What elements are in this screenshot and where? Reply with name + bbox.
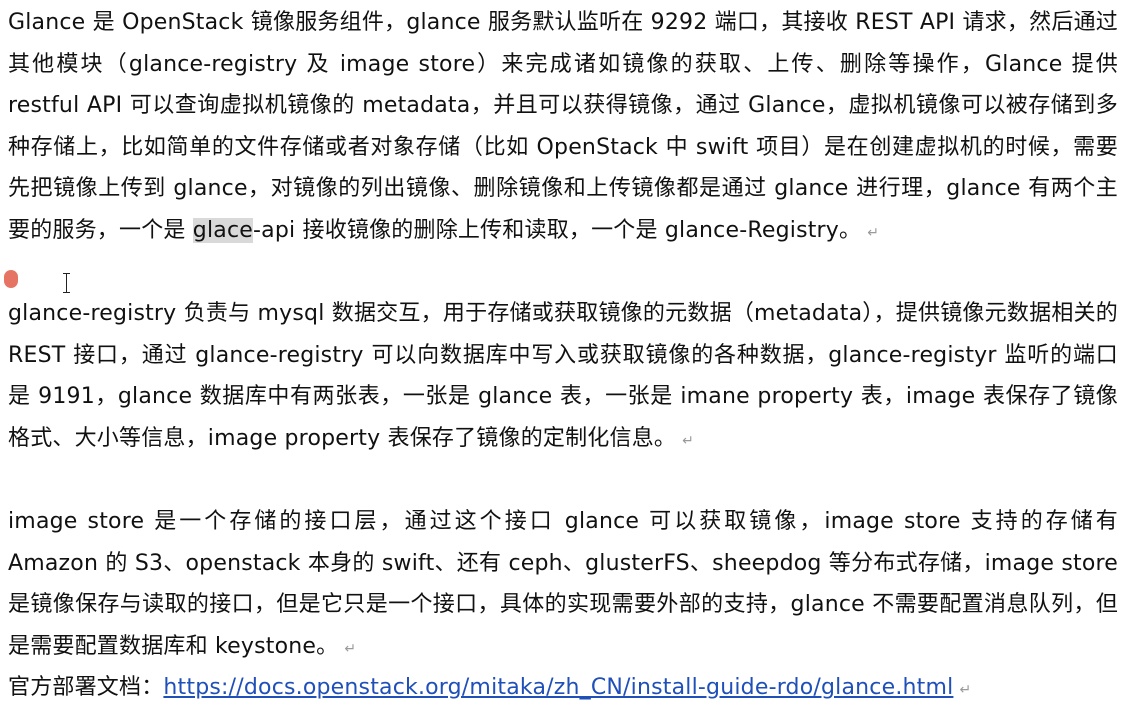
cursor-highlight-marker [4, 270, 18, 288]
paragraph-glance-overview[interactable]: Glance 是 OpenStack 镜像服务组件，glance 服务默认监听在… [8, 2, 1118, 254]
document-page: Glance 是 OpenStack 镜像服务组件，glance 服务默认监听在… [0, 0, 1130, 710]
paragraph-mark: ↵ [867, 224, 880, 241]
doc-label: 官方部署文档： [8, 675, 164, 700]
paragraph-text-continued: -api 接收镜像的删除上传和读取，一个是 glance-Registry。 [253, 217, 862, 243]
paragraph-text: image store 是一个存储的接口层，通过这个接口 glance 可以获取… [8, 509, 1118, 659]
paragraph-text: Glance 是 OpenStack 镜像服务组件，glance 服务默认监听在… [8, 10, 1118, 243]
text-cursor-icon [62, 272, 72, 294]
paragraph-mark: ↵ [682, 432, 695, 449]
paragraph-text: glance-registry 负责与 mysql 数据交互，用于存储或获取镜像… [8, 301, 1118, 451]
paragraph-doc-link[interactable]: 官方部署文档：https://docs.openstack.org/mitaka… [8, 667, 1118, 712]
paragraph-glance-registry[interactable]: glance-registry 负责与 mysql 数据交互，用于存储或获取镜像… [8, 293, 1118, 462]
paragraph-image-store[interactable]: image store 是一个存储的接口层，通过这个接口 glance 可以获取… [8, 501, 1118, 670]
selected-text[interactable]: glace [192, 217, 253, 243]
paragraph-mark: ↵ [344, 640, 357, 657]
paragraph-mark: ↵ [959, 682, 972, 698]
doc-link[interactable]: https://docs.openstack.org/mitaka/zh_CN/… [163, 675, 953, 700]
